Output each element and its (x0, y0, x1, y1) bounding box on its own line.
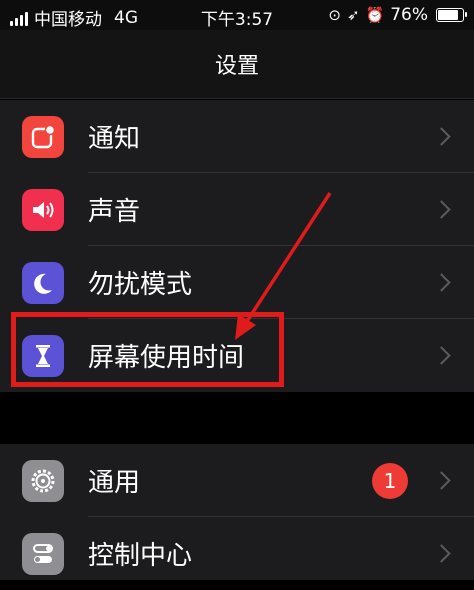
alarm-clock-icon: ⏰ (365, 6, 385, 24)
row-label: 通知 (88, 124, 141, 154)
orientation-lock-icon: ⊙ (328, 6, 341, 24)
settings-group-2: 通用 1 控制中心 (0, 444, 474, 580)
sound-icon (22, 188, 64, 231)
settings-row-notifications[interactable]: 通知 (0, 100, 474, 173)
general-gear-icon (22, 459, 64, 502)
battery-icon (436, 8, 467, 22)
chevron-right-icon (432, 471, 451, 490)
row-label: 声音 (88, 197, 141, 227)
battery-level-fill (438, 10, 458, 20)
control-center-toggles-icon (22, 532, 64, 575)
row-label: 控制中心 (88, 541, 193, 571)
location-arrow-icon: ➶ (346, 6, 360, 24)
settings-row-control-center[interactable]: 控制中心 (0, 517, 474, 590)
battery-percent: 76% (390, 5, 428, 25)
chevron-right-icon (432, 127, 451, 146)
chevron-right-icon (432, 544, 451, 563)
row-label: 通用 (88, 468, 141, 498)
settings-row-sounds[interactable]: 声音 (0, 173, 474, 246)
navigation-bar: 设置 (0, 30, 474, 99)
do-not-disturb-moon-icon (22, 261, 64, 304)
chevron-right-icon (432, 273, 451, 292)
settings-row-do-not-disturb[interactable]: 勿扰模式 (0, 246, 474, 319)
chevron-right-icon (432, 346, 451, 365)
notifications-icon (22, 115, 64, 158)
row-label: 勿扰模式 (88, 270, 193, 300)
section-gap (0, 392, 474, 444)
notification-badge: 1 (372, 462, 408, 499)
annotation-highlight-box (11, 312, 284, 387)
status-bar: 中国移动 4G 下午3:57 ⊙ ➶ ⏰ 76% (0, 0, 474, 30)
chevron-right-icon (432, 200, 451, 219)
status-right: ⊙ ➶ ⏰ 76% (328, 5, 467, 25)
page-title: 设置 (214, 54, 259, 79)
settings-row-general[interactable]: 通用 1 (0, 444, 474, 517)
